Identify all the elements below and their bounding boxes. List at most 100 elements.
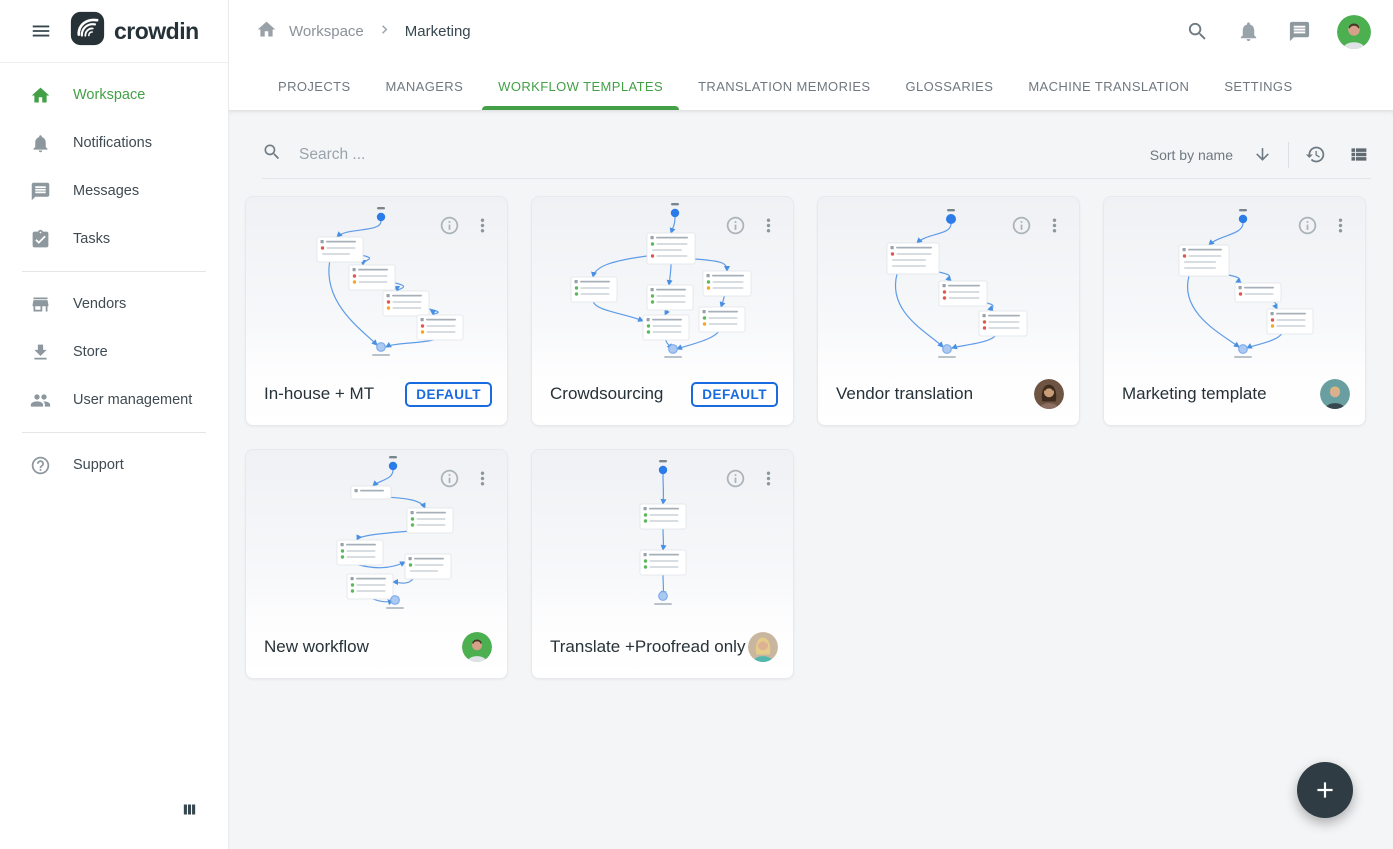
- toolbar-right: Sort by name: [1150, 142, 1371, 168]
- tab-managers[interactable]: MANAGERS: [370, 63, 480, 110]
- sidebar-item-messages[interactable]: Messages: [0, 167, 228, 215]
- card-actions: [437, 466, 495, 491]
- card-actions: [1009, 213, 1067, 238]
- tab-settings[interactable]: SETTINGS: [1208, 63, 1308, 110]
- sidebar-item-label: Vendors: [73, 296, 126, 312]
- card-footer: Marketing template: [1104, 363, 1365, 425]
- search-icon: [262, 142, 282, 162]
- info-icon[interactable]: [1009, 213, 1034, 238]
- kebab-menu-icon: [758, 215, 779, 236]
- kebab-menu-icon[interactable]: [470, 466, 495, 491]
- default-badge: DEFAULT: [691, 382, 778, 407]
- search-icon: [262, 142, 282, 167]
- home-icon: [30, 85, 51, 106]
- storefront-icon: [30, 294, 51, 315]
- info-icon[interactable]: [437, 213, 462, 238]
- columns-icon[interactable]: [181, 801, 198, 821]
- chat-icon: [1288, 20, 1311, 43]
- history-icon: [1305, 144, 1326, 165]
- card-title: New workflow: [264, 637, 369, 657]
- template-card-translate-proofread-only[interactable]: Translate +Proofread only: [531, 449, 794, 679]
- kebab-menu-icon[interactable]: [1042, 213, 1067, 238]
- info-icon[interactable]: [437, 466, 462, 491]
- default-badge: DEFAULT: [405, 382, 492, 407]
- kebab-menu-icon[interactable]: [756, 213, 781, 238]
- tab-machine-translation[interactable]: MACHINE TRANSLATION: [1012, 63, 1205, 110]
- user-avatar[interactable]: [1337, 15, 1371, 49]
- hamburger-menu-icon[interactable]: [26, 16, 56, 46]
- info-icon: [1297, 215, 1318, 236]
- crowdin-logo-text: crowdin: [114, 18, 199, 45]
- history-icon[interactable]: [1303, 142, 1328, 167]
- sidebar-item-support[interactable]: Support: [0, 441, 228, 489]
- owner-avatar: [748, 632, 778, 662]
- view-list-icon: [1348, 144, 1369, 165]
- plus-icon: [1312, 777, 1338, 803]
- template-card-vendor-translation[interactable]: Vendor translation: [817, 196, 1080, 426]
- home-icon[interactable]: [256, 19, 277, 45]
- card-title: In-house + MT: [264, 384, 374, 404]
- content: Sort by name In-house + MTDEFAULTCrowdso…: [229, 110, 1393, 849]
- crowdin-logo-icon: [70, 11, 105, 51]
- info-icon: [1011, 215, 1032, 236]
- tab-translation-memories[interactable]: TRANSLATION MEMORIES: [682, 63, 886, 110]
- template-card-in-house-mt[interactable]: In-house + MT DEFAULT: [245, 196, 508, 426]
- tasks-icon: [30, 229, 51, 250]
- search-icon[interactable]: [1184, 18, 1211, 45]
- sidebar-item-user-management[interactable]: User management: [0, 376, 228, 424]
- kebab-menu-icon[interactable]: [756, 466, 781, 491]
- sidebar-item-notifications[interactable]: Notifications: [0, 119, 228, 167]
- view-list-icon[interactable]: [1346, 142, 1371, 167]
- kebab-menu-icon[interactable]: [1328, 213, 1353, 238]
- sidebar: crowdin Workspace Notifications Messages Ta…: [0, 0, 229, 849]
- sort-by-label[interactable]: Sort by name: [1150, 147, 1233, 163]
- home-icon: [256, 19, 277, 40]
- breadcrumb-workspace[interactable]: Workspace: [289, 23, 364, 40]
- template-card-marketing-template[interactable]: Marketing template: [1103, 196, 1366, 426]
- sidebar-item-tasks[interactable]: Tasks: [0, 215, 228, 263]
- kebab-menu-icon: [758, 468, 779, 489]
- breadcrumb: Workspace Marketing: [256, 19, 471, 45]
- chevron-right-icon: [376, 21, 393, 43]
- bell-icon: [1237, 20, 1260, 43]
- sidebar-item-vendors[interactable]: Vendors: [0, 280, 228, 328]
- card-actions: [1295, 213, 1353, 238]
- tab-glossaries[interactable]: GLOSSARIES: [890, 63, 1010, 110]
- sidebar-item-store[interactable]: Store: [0, 328, 228, 376]
- app-root: crowdin Workspace Notifications Messages Ta…: [0, 0, 1393, 849]
- kebab-menu-icon: [472, 215, 493, 236]
- crowdin-logo[interactable]: crowdin: [70, 11, 199, 51]
- search-field: [262, 142, 1150, 167]
- main: Workspace Marketing PROJECTSMANAGERSWORK…: [229, 0, 1393, 849]
- sidebar-item-label: Messages: [73, 183, 139, 199]
- info-icon[interactable]: [723, 466, 748, 491]
- info-icon: [439, 215, 460, 236]
- info-icon[interactable]: [723, 213, 748, 238]
- bell-icon[interactable]: [1235, 18, 1262, 45]
- toolbar-divider: [1288, 142, 1289, 168]
- tab-workflow-templates[interactable]: WORKFLOW TEMPLATES: [482, 63, 679, 110]
- add-template-fab[interactable]: [1297, 762, 1353, 818]
- sidebar-item-label: Notifications: [73, 135, 152, 151]
- bell-icon: [30, 133, 51, 154]
- card-footer: New workflow: [246, 616, 507, 678]
- kebab-menu-icon[interactable]: [470, 213, 495, 238]
- chat-icon[interactable]: [1286, 18, 1313, 45]
- sidebar-item-workspace[interactable]: Workspace: [0, 71, 228, 119]
- template-card-crowdsourcing[interactable]: CrowdsourcingDEFAULT: [531, 196, 794, 426]
- card-footer: CrowdsourcingDEFAULT: [532, 363, 793, 425]
- kebab-menu-icon: [1044, 215, 1065, 236]
- owner-avatar: [1034, 379, 1064, 409]
- tab-projects[interactable]: PROJECTS: [262, 63, 367, 110]
- search-icon: [1186, 20, 1209, 43]
- info-icon[interactable]: [1295, 213, 1320, 238]
- card-footer: In-house + MT DEFAULT: [246, 363, 507, 425]
- sidebar-divider: [22, 432, 206, 433]
- sidebar-item-label: Tasks: [73, 231, 110, 247]
- template-card-new-workflow[interactable]: New workflow: [245, 449, 508, 679]
- card-actions: [437, 213, 495, 238]
- hamburger-menu-icon: [30, 20, 52, 42]
- info-icon: [725, 468, 746, 489]
- search-input[interactable]: [299, 146, 1150, 164]
- arrow-down-icon[interactable]: [1251, 143, 1274, 166]
